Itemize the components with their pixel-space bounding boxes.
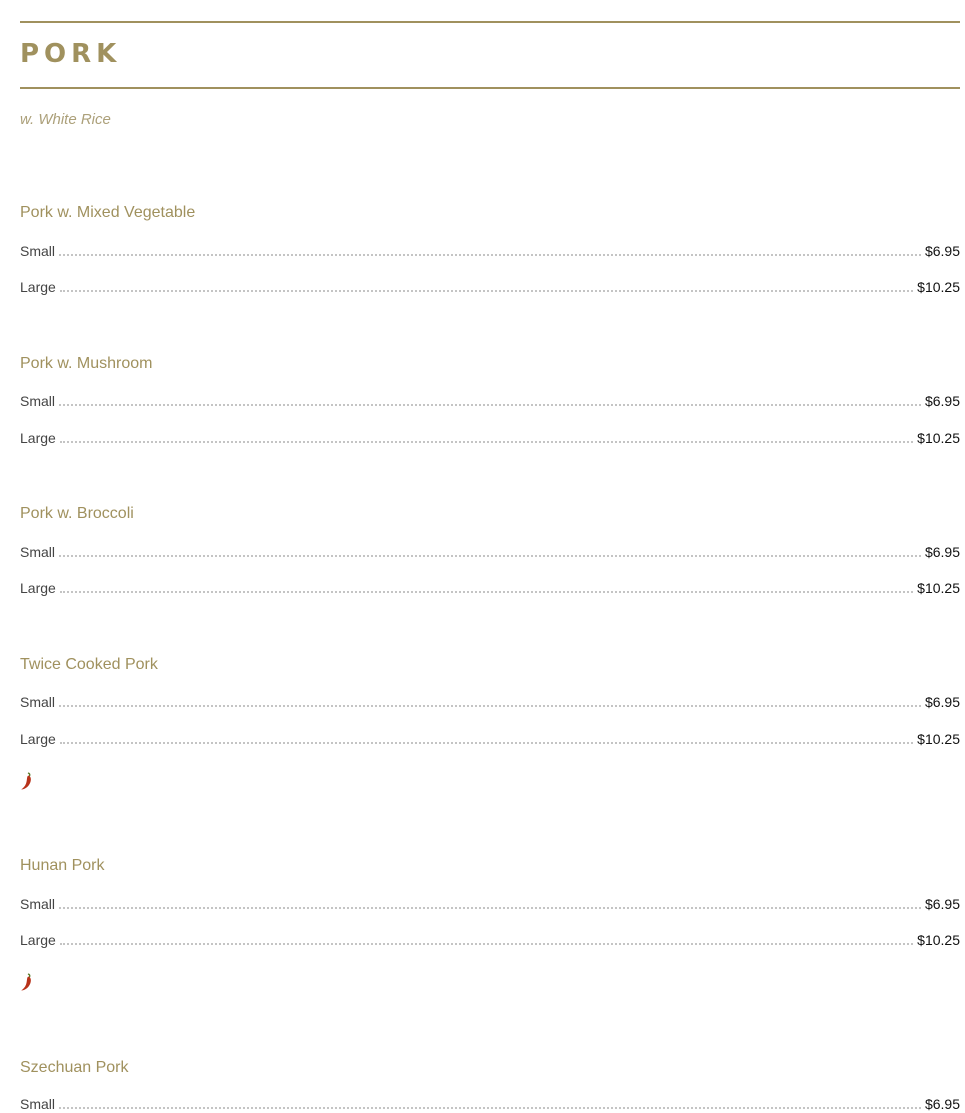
size-label: Small: [20, 1096, 56, 1112]
size-label: Large: [20, 932, 56, 948]
item-name: Pork w. Broccoli: [20, 505, 134, 522]
section-note: w. White Rice: [20, 111, 111, 128]
chili-pepper-icon: [21, 973, 31, 991]
item-name: Pork w. Mushroom: [20, 355, 153, 372]
dot-leader: [59, 1107, 921, 1109]
price: $10.25: [917, 430, 960, 446]
size-label: Small: [20, 694, 56, 710]
size-label: Large: [20, 279, 56, 295]
item-name: Hunan Pork: [20, 857, 105, 874]
dot-leader: [59, 555, 921, 557]
item-name: Twice Cooked Pork: [20, 656, 158, 673]
price-row-small: Small $6.95: [20, 691, 960, 711]
price-row-small: Small $6.95: [20, 390, 960, 410]
dot-leader: [59, 907, 921, 909]
dot-leader: [59, 290, 914, 292]
price-row-large: Large $10.25: [20, 577, 960, 597]
price: $6.95: [924, 544, 960, 560]
price-row-large: Large $10.25: [20, 929, 960, 949]
price-row-small: Small $6.95: [20, 240, 960, 260]
price-row-large: Large $10.25: [20, 427, 960, 447]
dot-leader: [59, 705, 921, 707]
section-header: PORK: [20, 21, 960, 89]
price-row-small: Small $6.95: [20, 541, 960, 561]
size-label: Large: [20, 731, 56, 747]
price: $6.95: [924, 1096, 960, 1112]
price: $10.25: [917, 731, 960, 747]
size-label: Small: [20, 544, 56, 560]
size-label: Small: [20, 393, 56, 409]
item-name: Pork w. Mixed Vegetable: [20, 204, 196, 221]
price-row-small: Small $6.95: [20, 1093, 960, 1113]
dot-leader: [59, 591, 914, 593]
dot-leader: [59, 254, 921, 256]
price: $10.25: [917, 279, 960, 295]
price: $6.95: [924, 393, 960, 409]
size-label: Small: [20, 896, 56, 912]
dot-leader: [59, 404, 921, 406]
dot-leader: [59, 441, 914, 443]
price: $6.95: [924, 694, 960, 710]
price: $10.25: [917, 580, 960, 596]
section-title: PORK: [20, 39, 122, 69]
price: $10.25: [917, 932, 960, 948]
dot-leader: [59, 742, 914, 744]
dot-leader: [59, 943, 914, 945]
size-label: Small: [20, 243, 56, 259]
price: $6.95: [924, 896, 960, 912]
price-row-large: Large $10.25: [20, 728, 960, 748]
price-row-large: Large $10.25: [20, 276, 960, 296]
chili-pepper-icon: [21, 772, 31, 790]
size-label: Large: [20, 580, 56, 596]
price-row-small: Small $6.95: [20, 893, 960, 913]
price: $6.95: [924, 243, 960, 259]
item-name: Szechuan Pork: [20, 1059, 129, 1076]
size-label: Large: [20, 430, 56, 446]
